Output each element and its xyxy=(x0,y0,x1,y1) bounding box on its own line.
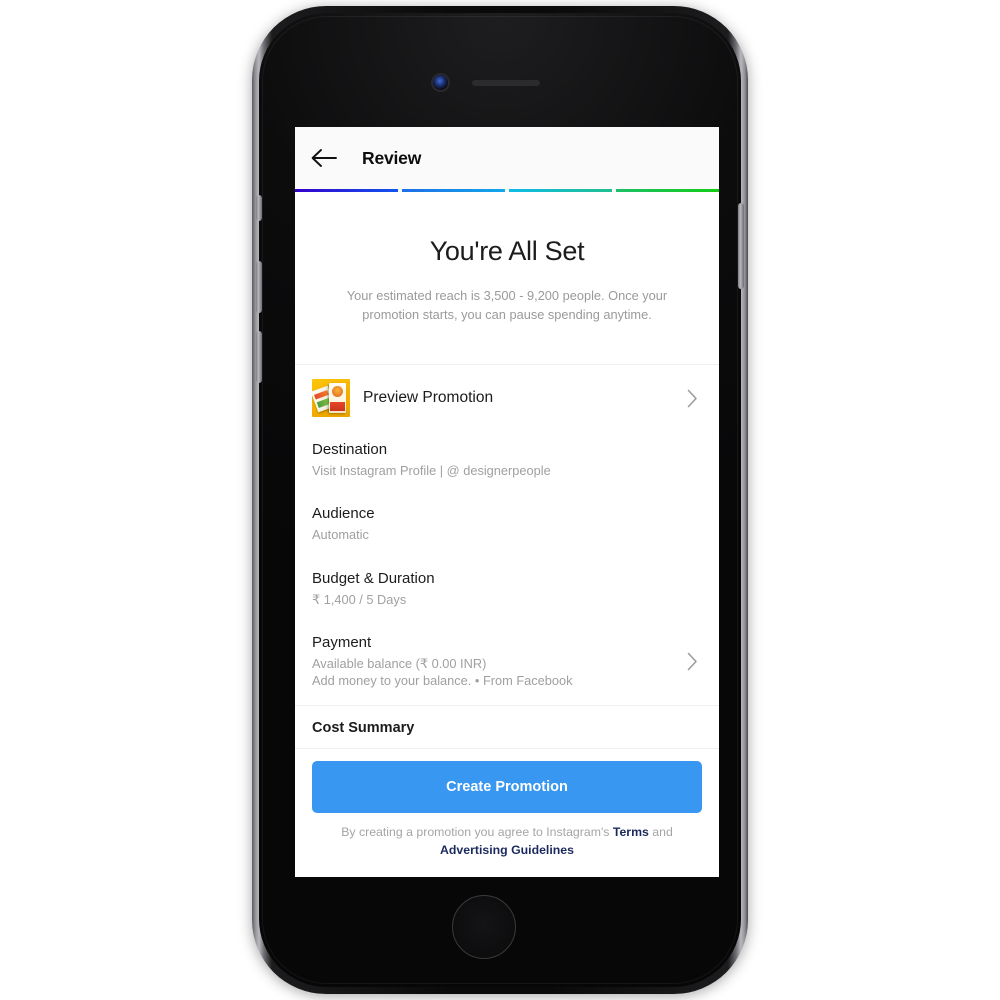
legal-prefix: By creating a promotion you agree to Ins… xyxy=(341,825,613,840)
hero-title: You're All Set xyxy=(429,236,585,266)
detail-subtitle: Available balance (₹ 0.00 INR) xyxy=(312,655,487,671)
detail-subtitle-secondary: Add money to your balance. • From Facebo… xyxy=(312,673,573,689)
volume-up-button[interactable] xyxy=(256,261,262,313)
detail-subtitle: ₹ 1,400 / 5 Days xyxy=(312,591,407,607)
hero-subtitle: Your estimated reach is 3,500 - 9,200 pe… xyxy=(346,288,668,322)
progress-segment-4 xyxy=(616,189,719,192)
detail-row-payment[interactable]: Payment Available balance (₹ 0.00 INR) A… xyxy=(312,622,702,706)
phone-screen: Review You're All Set Your estimated rea… xyxy=(295,127,719,877)
progress-segment-2 xyxy=(402,189,505,192)
promotion-thumbnail xyxy=(312,379,350,418)
detail-row-budget-duration[interactable]: Budget & Duration ₹ 1,400 / 5 Days xyxy=(312,558,702,622)
hero-section: You're All Set Your estimated reach is 3… xyxy=(295,192,719,366)
power-button[interactable] xyxy=(738,203,744,289)
phone-body: Review You're All Set Your estimated rea… xyxy=(256,13,744,987)
volume-down-button[interactable] xyxy=(256,331,262,383)
back-arrow-icon[interactable] xyxy=(310,144,338,172)
preview-promotion-row[interactable]: Preview Promotion xyxy=(295,365,719,429)
advertising-guidelines-link[interactable]: Advertising Guidelines xyxy=(440,843,574,857)
chevron-right-icon[interactable] xyxy=(687,652,698,671)
detail-row-audience[interactable]: Audience Automatic xyxy=(312,493,702,557)
legal-text: By creating a promotion you agree to Ins… xyxy=(312,824,702,872)
page-title: Review xyxy=(362,147,422,168)
preview-promotion-label: Preview Promotion xyxy=(363,389,494,407)
detail-title: Payment xyxy=(312,633,372,651)
create-promotion-button[interactable]: Create Promotion xyxy=(312,761,702,814)
phone-mockup: Review You're All Set Your estimated rea… xyxy=(252,6,748,994)
front-camera-icon xyxy=(433,75,448,90)
chevron-right-icon[interactable] xyxy=(687,389,698,408)
detail-subtitle: Visit Instagram Profile | @ designerpeop… xyxy=(312,463,551,479)
nav-header: Review xyxy=(295,127,719,189)
progress-segment-3 xyxy=(509,189,612,192)
silent-switch[interactable] xyxy=(256,195,262,221)
earpiece-speaker-icon xyxy=(472,80,540,86)
detail-title: Audience xyxy=(312,505,375,523)
home-button[interactable] xyxy=(452,895,516,959)
legal-middle: and xyxy=(648,825,673,840)
cta-area: Create Promotion By creating a promotion… xyxy=(295,749,719,872)
terms-link[interactable]: Terms xyxy=(613,825,649,839)
detail-title: Budget & Duration xyxy=(312,569,435,587)
cost-summary-header: Cost Summary xyxy=(295,706,719,750)
detail-row-destination[interactable]: Destination Visit Instagram Profile | @ … xyxy=(312,429,702,493)
detail-subtitle: Automatic xyxy=(312,527,369,543)
progress-segment-1 xyxy=(295,189,398,192)
promotion-details-list: Destination Visit Instagram Profile | @ … xyxy=(295,429,719,705)
detail-title: Destination xyxy=(312,441,388,459)
